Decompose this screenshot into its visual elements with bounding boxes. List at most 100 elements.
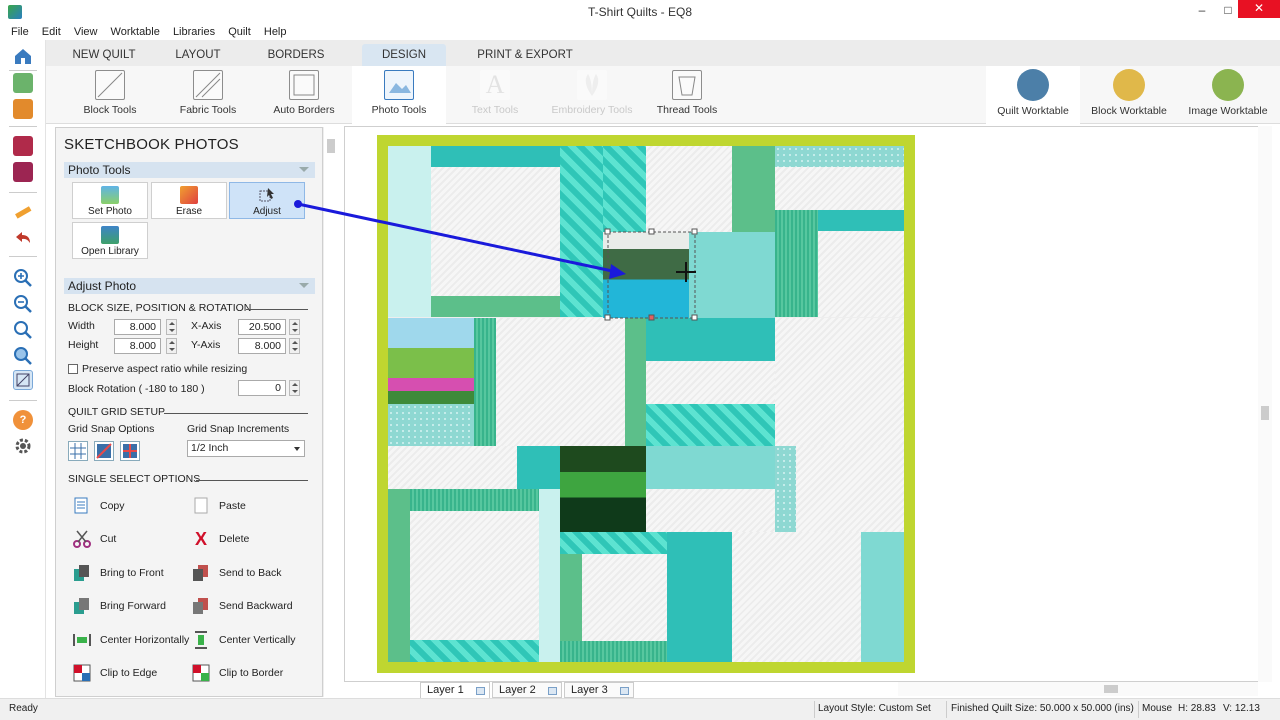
block-tools-button[interactable]: Block Tools bbox=[76, 66, 144, 124]
canvas-horizontal-scrollbar[interactable] bbox=[898, 682, 1258, 696]
menu-libraries[interactable]: Libraries bbox=[173, 24, 215, 40]
quilt-patch[interactable] bbox=[775, 167, 904, 210]
quilt-patch[interactable] bbox=[796, 446, 904, 532]
menu-worktable[interactable]: Worktable bbox=[111, 24, 160, 40]
vertical-scroll-thumb[interactable] bbox=[1261, 406, 1269, 420]
quilt-patch[interactable] bbox=[431, 146, 560, 167]
quilt-patch[interactable] bbox=[560, 641, 667, 662]
zoom-refresh-icon[interactable] bbox=[13, 346, 33, 366]
quilt-patch[interactable] bbox=[474, 318, 496, 446]
panel-scroll-thumb[interactable] bbox=[327, 139, 335, 153]
auto-borders-button[interactable]: Auto Borders bbox=[270, 66, 338, 124]
quilt-patch[interactable] bbox=[775, 446, 796, 532]
fit-to-worktable-icon[interactable] bbox=[13, 320, 33, 340]
view-sketchbook-icon[interactable] bbox=[13, 162, 33, 182]
layer-2-tab[interactable]: Layer 2 bbox=[492, 682, 562, 698]
quilt-border[interactable] bbox=[377, 135, 915, 673]
selected-photo-pool[interactable] bbox=[603, 232, 689, 318]
zoom-in-icon[interactable] bbox=[13, 268, 33, 288]
quilt-patch[interactable] bbox=[410, 511, 539, 640]
tab-print-export[interactable]: PRINT & EXPORT bbox=[470, 44, 580, 66]
ruler-icon[interactable] bbox=[13, 202, 33, 222]
settings-gear-icon[interactable] bbox=[13, 436, 33, 456]
quilt-worktable-button[interactable]: Quilt Worktable bbox=[986, 66, 1080, 124]
quilt-patch[interactable] bbox=[517, 446, 560, 489]
grid-snap-increments-select[interactable]: 1/2 Inch bbox=[187, 440, 305, 457]
adjust-tool-icon[interactable] bbox=[13, 370, 33, 390]
thread-tools-button[interactable]: Thread Tools bbox=[654, 66, 720, 124]
quilt-patch[interactable] bbox=[431, 167, 560, 296]
adjust-button[interactable]: Adjust bbox=[229, 182, 305, 219]
quilt-patch[interactable] bbox=[560, 532, 667, 554]
x-axis-input[interactable]: 20.500 bbox=[238, 319, 286, 335]
quilt-patch[interactable] bbox=[388, 404, 474, 446]
menu-quilt[interactable]: Quilt bbox=[228, 24, 251, 40]
fabric-tools-button[interactable]: Fabric Tools bbox=[174, 66, 242, 124]
quilt-patch[interactable] bbox=[732, 532, 861, 662]
layer-3-tab[interactable]: Layer 3 bbox=[564, 682, 634, 698]
quilt-patch[interactable] bbox=[861, 532, 904, 662]
layer-settings-icon[interactable] bbox=[476, 687, 485, 695]
quilt-patch[interactable] bbox=[431, 296, 560, 317]
quilt-patch[interactable] bbox=[646, 446, 775, 489]
y-axis-input[interactable]: 8.000 bbox=[238, 338, 286, 354]
quilt-patch[interactable] bbox=[603, 146, 646, 232]
quilt-patch[interactable] bbox=[560, 146, 603, 317]
menu-view[interactable]: View bbox=[74, 24, 98, 40]
quilt-patch[interactable] bbox=[388, 489, 410, 662]
quilt-patch[interactable] bbox=[410, 489, 539, 511]
panel-scrollbar[interactable] bbox=[323, 127, 337, 697]
menu-edit[interactable]: Edit bbox=[42, 24, 61, 40]
quilt-patch[interactable] bbox=[388, 446, 517, 489]
menu-file[interactable]: File bbox=[11, 24, 29, 40]
tab-layout[interactable]: LAYOUT bbox=[156, 44, 240, 66]
horizontal-scroll-thumb[interactable] bbox=[1104, 685, 1118, 693]
close-button[interactable]: ✕ bbox=[1238, 0, 1280, 18]
layer-1-tab[interactable]: Layer 1 bbox=[420, 682, 490, 698]
height-spinner[interactable] bbox=[166, 338, 177, 354]
quilt-patch[interactable] bbox=[646, 404, 775, 446]
x-axis-spinner[interactable] bbox=[289, 319, 300, 335]
preserve-aspect-checkbox[interactable] bbox=[68, 364, 78, 374]
help-icon[interactable]: ? bbox=[13, 410, 33, 430]
quilt-patch[interactable] bbox=[818, 231, 904, 317]
zoom-out-icon[interactable] bbox=[13, 294, 33, 314]
y-axis-spinner[interactable] bbox=[289, 338, 300, 354]
embroidery-tools-button[interactable]: Embroidery Tools bbox=[550, 66, 634, 124]
quilt-patch[interactable] bbox=[689, 232, 775, 318]
open-project-icon[interactable] bbox=[13, 99, 33, 119]
quilt-patch[interactable] bbox=[775, 210, 818, 317]
quilt-patch[interactable] bbox=[646, 146, 732, 232]
undo-icon[interactable] bbox=[13, 228, 33, 248]
layer-settings-icon[interactable] bbox=[548, 687, 557, 695]
add-to-project-sketchbook-icon[interactable] bbox=[13, 136, 33, 156]
rotation-spinner[interactable] bbox=[289, 380, 300, 396]
height-input[interactable]: 8.000 bbox=[114, 338, 161, 354]
quilt-patch[interactable] bbox=[732, 146, 775, 232]
photo-tools-header[interactable]: Photo Tools bbox=[64, 162, 315, 178]
adjust-photo-header[interactable]: Adjust Photo bbox=[64, 278, 315, 294]
text-tools-button[interactable]: A Text Tools bbox=[460, 66, 530, 124]
snap-to-node-icon[interactable] bbox=[120, 441, 140, 461]
layer-settings-icon[interactable] bbox=[620, 687, 629, 695]
quilt-patch[interactable] bbox=[775, 318, 904, 446]
quilt-patch[interactable] bbox=[560, 554, 582, 641]
quilt-patch[interactable] bbox=[388, 146, 431, 317]
menu-help[interactable]: Help bbox=[264, 24, 287, 40]
tab-new-quilt[interactable]: NEW QUILT bbox=[60, 44, 148, 66]
quilt-patch[interactable] bbox=[818, 210, 904, 231]
photo-bench-garden[interactable] bbox=[388, 318, 474, 404]
quilt-patch[interactable] bbox=[496, 318, 625, 446]
quilt-patch[interactable] bbox=[539, 489, 560, 662]
erase-button[interactable]: Erase bbox=[151, 182, 227, 219]
quilt-patch[interactable] bbox=[775, 146, 904, 167]
photo-garden-pond[interactable] bbox=[560, 446, 646, 532]
quilt-patch[interactable] bbox=[410, 640, 539, 662]
tab-design[interactable]: DESIGN bbox=[362, 44, 446, 66]
rotation-input[interactable]: 0 bbox=[238, 380, 286, 396]
quilt-patch[interactable] bbox=[625, 318, 646, 446]
width-spinner[interactable] bbox=[166, 319, 177, 335]
canvas-vertical-scrollbar[interactable] bbox=[1258, 126, 1272, 682]
home-icon[interactable] bbox=[13, 46, 33, 66]
image-worktable-button[interactable]: Image Worktable bbox=[1180, 66, 1276, 124]
